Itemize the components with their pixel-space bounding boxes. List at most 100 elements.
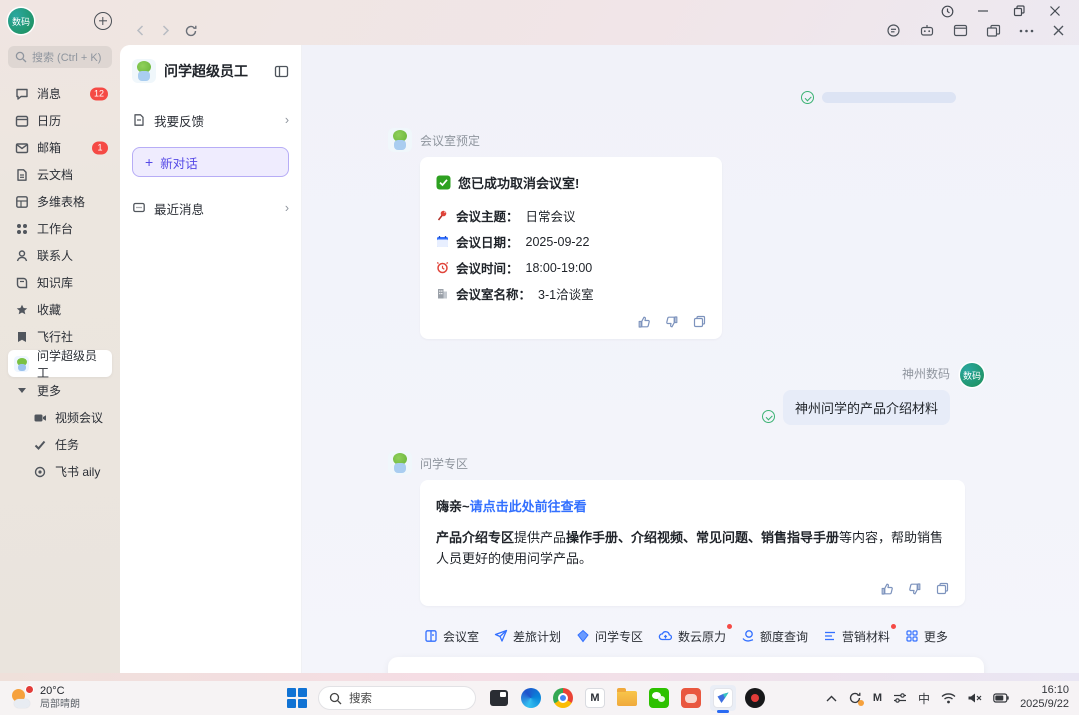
chat-scroll-region[interactable]: 会议室预定 您已成功取消会议室! 会议主题： 日	[302, 45, 1079, 673]
pushpin-icon	[436, 209, 449, 222]
feedback-icon	[132, 113, 146, 127]
shortcut-marketing[interactable]: 营销材料	[823, 628, 890, 645]
open-in-window-icon[interactable]	[986, 24, 1001, 38]
sidebar-item-calendar[interactable]: 日历	[8, 107, 112, 134]
mail-icon	[14, 140, 29, 155]
wechat-app-icon[interactable]	[646, 685, 672, 711]
new-chat-label: 新对话	[160, 153, 198, 172]
thumbs-up-icon[interactable]	[880, 582, 894, 596]
sidebar-item-messages[interactable]: 消息 12	[8, 80, 112, 107]
browser-window-icon[interactable]	[953, 24, 968, 37]
marktext-app-icon[interactable]: M	[582, 685, 608, 711]
apps-grid-icon	[905, 629, 919, 643]
close-button[interactable]	[1041, 3, 1069, 19]
close-panel-icon[interactable]	[1052, 24, 1065, 37]
wifi-icon[interactable]	[941, 693, 956, 704]
sidebar-item-label: 日历	[37, 112, 61, 129]
battery-icon[interactable]	[993, 693, 1009, 703]
copy-icon[interactable]	[936, 582, 949, 596]
sidebar-item-docs[interactable]: 云文档	[8, 161, 112, 188]
tray-expand-icon[interactable]	[826, 695, 837, 702]
shortcut-more[interactable]: 更多	[905, 628, 948, 645]
weather-widget[interactable]: 20°C 局部晴朗	[0, 685, 250, 710]
greeting-text: 嗨亲~	[436, 499, 470, 514]
recent-messages-item[interactable]: 最近消息 ›	[132, 191, 289, 225]
user-avatar[interactable]: 数码	[8, 8, 34, 34]
thumbs-down-icon[interactable]	[908, 582, 922, 596]
alarm-clock-icon	[436, 261, 449, 274]
quick-actions-bar: 会议室 差旅计划 问学专区	[388, 628, 984, 645]
feishu-app-icon[interactable]	[710, 685, 736, 711]
sidebar-item-knowledge[interactable]: 知识库	[8, 269, 112, 296]
restore-button[interactable]	[1005, 3, 1033, 19]
meeting-field-value: 日常会议	[526, 206, 576, 225]
nav-forward-button[interactable]	[159, 24, 172, 37]
sidebar-item-base[interactable]: 多维表格	[8, 188, 112, 215]
copy-icon[interactable]	[693, 315, 706, 329]
meeting-room-icon	[424, 629, 438, 643]
message-skeleton-bar	[822, 92, 956, 103]
history-icon[interactable]	[933, 3, 961, 19]
robot-icon[interactable]	[919, 23, 935, 38]
sidebar-item-wenxue-assistant[interactable]: 问学超级员工	[8, 350, 112, 377]
sync-tray-icon[interactable]	[848, 691, 862, 705]
screen: 数码 搜索 (Ctrl + K) 消息 12 日历 邮箱 1	[0, 0, 1079, 715]
shortcut-quota[interactable]: 额度查询	[741, 628, 808, 645]
thumbs-down-icon[interactable]	[665, 315, 679, 329]
sidebar-item-contacts[interactable]: 联系人	[8, 242, 112, 269]
shortcut-travel-plan[interactable]: 差旅计划	[494, 628, 561, 645]
meeting-field-label: 会议时间：	[456, 258, 519, 277]
windows-taskbar: 20°C 局部晴朗 搜索 M	[0, 681, 1079, 715]
m-tray-icon[interactable]: M	[873, 692, 882, 704]
search-placeholder: 搜索 (Ctrl + K)	[32, 49, 101, 65]
minimize-button[interactable]	[969, 3, 997, 19]
body-segment: 操作手册、介绍视频、常见问题、销售指导手册	[566, 530, 839, 545]
shortcut-shuyun[interactable]: 数云原力	[658, 628, 726, 645]
sidebar-item-tasks[interactable]: 任务	[26, 431, 112, 458]
new-chat-button[interactable]: + 新对话	[132, 147, 289, 177]
refresh-icon[interactable]	[184, 24, 198, 38]
message-input-box[interactable]: 直接输入您的问题向我进行提问 内部查询	[388, 657, 984, 673]
bot-message-meeting: 会议室预定 您已成功取消会议室! 会议主题： 日	[388, 128, 984, 339]
sender-name: 神州数码	[902, 365, 950, 382]
taskbar-clock[interactable]: 16:10 2025/9/22	[1020, 684, 1069, 712]
edge-app-icon[interactable]	[518, 685, 544, 711]
feedback-item[interactable]: 我要反馈 ›	[132, 103, 289, 137]
sidebar-item-mail[interactable]: 邮箱 1	[8, 134, 112, 161]
chevron-right-icon: ›	[285, 113, 289, 127]
mixer-tray-icon[interactable]	[893, 692, 907, 704]
unread-badge: 12	[90, 87, 108, 100]
taskbar-search-input[interactable]: 搜索	[318, 686, 476, 710]
sidebar-item-aily[interactable]: 飞书 aily	[26, 458, 112, 485]
user-avatar[interactable]: 数码	[960, 363, 984, 387]
nav-back-button[interactable]	[134, 24, 147, 37]
more-options-icon[interactable]	[1019, 29, 1034, 33]
user-message-bubble[interactable]: 神州问学的产品介绍材料	[783, 390, 950, 425]
recorder-app-icon[interactable]	[742, 685, 768, 711]
thumbs-up-icon[interactable]	[637, 315, 651, 329]
meeting-field-label: 会议日期：	[456, 232, 519, 251]
start-button[interactable]	[286, 687, 308, 709]
global-search-input[interactable]: 搜索 (Ctrl + K)	[8, 46, 112, 68]
task-view-button[interactable]	[486, 685, 512, 711]
volume-muted-icon[interactable]	[967, 692, 982, 704]
collapse-panel-icon[interactable]	[274, 65, 289, 78]
input-method-indicator[interactable]: 中	[918, 690, 930, 707]
file-explorer-icon[interactable]	[614, 685, 640, 711]
sidebar-item-favorites[interactable]: 收藏	[8, 296, 112, 323]
sidebar-item-workplace[interactable]: 工作台	[8, 215, 112, 242]
plus-icon: +	[145, 155, 153, 169]
shortcut-meeting-room[interactable]: 会议室	[424, 628, 479, 645]
meeting-time-row: 会议时间： 18:00-19:00	[436, 258, 706, 277]
add-button[interactable]	[94, 12, 112, 30]
chat-mode-icon[interactable]	[886, 23, 901, 38]
sidebar-item-video-meeting[interactable]: 视频会议	[26, 404, 112, 431]
netease-app-icon[interactable]	[678, 685, 704, 711]
video-camera-icon	[32, 410, 47, 425]
zone-link[interactable]: 请点击此处前往查看	[470, 499, 587, 514]
chrome-app-icon[interactable]	[550, 685, 576, 711]
shortcut-wenxue-zone[interactable]: 问学专区	[576, 628, 643, 645]
shortcut-label: 问学专区	[595, 628, 643, 645]
sidebar-more-expander[interactable]: 更多	[8, 377, 112, 404]
meeting-topic-row: 会议主题： 日常会议	[436, 206, 706, 225]
